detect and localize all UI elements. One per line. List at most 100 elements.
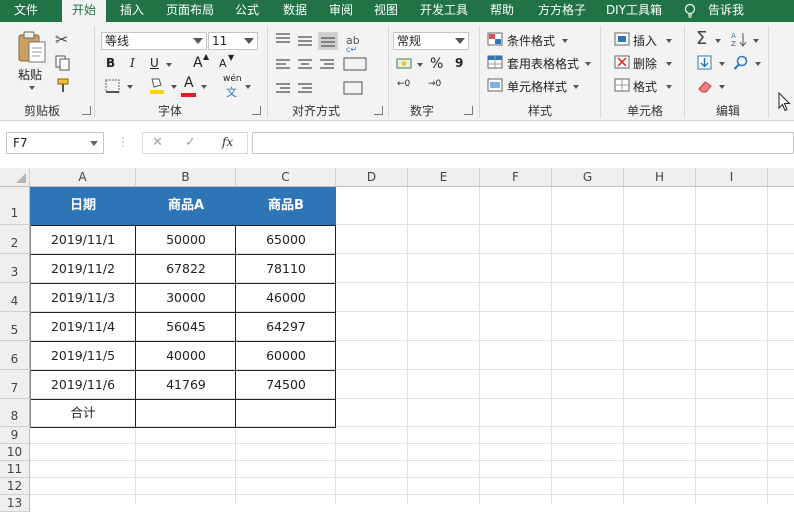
fill-down-icon[interactable] [697, 55, 713, 71]
row-header-10[interactable]: 10 [0, 444, 30, 461]
cell-date[interactable]: 2019/11/5 [30, 341, 136, 370]
shrink-font-button[interactable]: A [219, 57, 227, 70]
column-header-b[interactable]: B [136, 168, 236, 187]
font-name-combo[interactable]: 等线 [101, 32, 207, 50]
bold-button[interactable]: B [106, 56, 115, 70]
decrease-decimal-icon[interactable]: →0 [428, 79, 441, 89]
row-header-5[interactable]: 5 [0, 312, 30, 341]
number-format-combo[interactable]: 常规 [393, 32, 469, 50]
fill-dropdown-icon[interactable] [171, 85, 177, 89]
increase-decimal-icon[interactable]: ←0 [397, 79, 410, 89]
cell-date[interactable]: 2019/11/4 [30, 312, 136, 341]
column-header-partial[interactable] [768, 168, 794, 187]
paste-button[interactable]: 粘贴 [18, 66, 42, 83]
insert-function-icon[interactable]: fx [222, 135, 233, 149]
column-header-f[interactable]: F [480, 168, 552, 187]
cell-product-b[interactable]: 74500 [236, 370, 336, 399]
total-product-a-cell[interactable] [136, 399, 236, 427]
cell-product-b[interactable]: 78110 [236, 254, 336, 283]
cancel-icon[interactable]: ✕ [152, 135, 163, 150]
cut-icon[interactable]: ✂ [55, 30, 68, 49]
phonetic-dropdown-icon[interactable] [245, 85, 251, 89]
column-header-i[interactable]: I [696, 168, 768, 187]
total-label-cell[interactable]: 合计 [30, 399, 136, 427]
row-header-8[interactable]: 8 [0, 399, 30, 427]
column-header-a[interactable]: A [30, 168, 136, 187]
cell-product-a[interactable]: 50000 [136, 225, 236, 254]
tab-review[interactable]: 审阅 [322, 0, 360, 22]
percent-button[interactable]: % [430, 56, 443, 72]
delete-cells-icon[interactable] [614, 55, 630, 69]
tab-home[interactable]: 开始 [62, 0, 106, 23]
tell-me-search[interactable]: 告诉我 [704, 0, 748, 22]
underline-button[interactable]: U [150, 56, 159, 70]
format-as-table-button[interactable]: 套用表格格式 [507, 55, 579, 72]
comma-style-button[interactable]: 9 [455, 56, 463, 70]
format-dropdown-icon[interactable] [666, 85, 672, 89]
cell-styles-icon[interactable] [487, 78, 503, 92]
insert-cells-button[interactable]: 插入 [633, 32, 657, 49]
formula-input[interactable] [252, 132, 794, 154]
format-painter-icon[interactable] [56, 78, 72, 94]
column-header-h[interactable]: H [624, 168, 696, 187]
font-color-dropdown-icon[interactable] [201, 85, 207, 89]
row-header-3[interactable]: 3 [0, 254, 30, 283]
clear-eraser-icon[interactable] [697, 79, 713, 93]
row-header-2[interactable]: 2 [0, 225, 30, 254]
row-header-6[interactable]: 6 [0, 341, 30, 370]
tab-developer[interactable]: 开发工具 [414, 0, 474, 22]
format-cells-button[interactable]: 格式 [633, 78, 657, 95]
column-header-c[interactable]: C [236, 168, 336, 187]
number-launcher-icon[interactable] [464, 106, 473, 115]
header-cell-product-a[interactable]: 商品A [136, 187, 236, 225]
tab-formulas[interactable]: 公式 [228, 0, 266, 22]
cell-styles-button[interactable]: 单元格样式 [507, 78, 567, 95]
conditional-dropdown-icon[interactable] [562, 39, 568, 43]
accounting-format-icon[interactable] [396, 56, 414, 72]
font-color-button[interactable]: A [184, 75, 194, 91]
tab-page-layout[interactable]: 页面布局 [160, 0, 220, 22]
find-select-icon[interactable] [733, 55, 749, 71]
cell-date[interactable]: 2019/11/6 [30, 370, 136, 399]
format-as-table-icon[interactable] [487, 55, 503, 69]
cell-product-b[interactable]: 65000 [236, 225, 336, 254]
header-cell-date[interactable]: 日期 [30, 187, 136, 225]
tab-help[interactable]: 帮助 [482, 0, 522, 22]
autosum-icon[interactable]: Σ [696, 28, 707, 49]
borders-icon[interactable] [105, 79, 121, 93]
insert-dropdown-icon[interactable] [666, 39, 672, 43]
paste-dropdown-icon[interactable] [29, 86, 35, 90]
conditional-format-button[interactable]: 条件格式 [507, 32, 555, 49]
delete-cells-button[interactable]: 删除 [633, 55, 657, 72]
fill-dropdown-icon[interactable] [719, 62, 725, 66]
tab-file[interactable]: 文件 [6, 0, 46, 22]
copy-icon[interactable] [55, 55, 71, 71]
borders-dropdown-icon[interactable] [127, 85, 133, 89]
row-header-12[interactable]: 12 [0, 478, 30, 495]
drag-handle-icon[interactable]: ⋮ [117, 135, 130, 149]
cell-product-b[interactable]: 60000 [236, 341, 336, 370]
row-header-4[interactable]: 4 [0, 283, 30, 312]
sort-filter-icon[interactable]: A Z [731, 31, 749, 47]
cell-date[interactable]: 2019/11/3 [30, 283, 136, 312]
cell-date[interactable]: 2019/11/1 [30, 225, 136, 254]
row-header-1[interactable]: 1 [0, 187, 30, 225]
underline-dropdown-icon[interactable] [166, 63, 172, 67]
conditional-format-icon[interactable] [487, 32, 503, 46]
grow-font-button[interactable]: A [193, 55, 203, 71]
cell-date[interactable]: 2019/11/2 [30, 254, 136, 283]
cell-product-a[interactable]: 41769 [136, 370, 236, 399]
row-header-7[interactable]: 7 [0, 370, 30, 399]
delete-dropdown-icon[interactable] [666, 62, 672, 66]
cell-product-b[interactable]: 64297 [236, 312, 336, 341]
alignment-buttons-icon[interactable]: ab c↵ [274, 30, 386, 98]
sort-dropdown-icon[interactable] [753, 39, 759, 43]
clipboard-launcher-icon[interactable] [82, 106, 91, 115]
cell-styles-dropdown-icon[interactable] [573, 85, 579, 89]
header-cell-product-b[interactable]: 商品B [236, 187, 336, 225]
tab-fangfang[interactable]: 方方格子 [532, 0, 592, 22]
phonetic-guide-button[interactable]: wén [223, 74, 242, 84]
total-product-b-cell[interactable] [236, 399, 336, 427]
row-header-11[interactable]: 11 [0, 461, 30, 478]
row-header-9[interactable]: 9 [0, 427, 30, 444]
